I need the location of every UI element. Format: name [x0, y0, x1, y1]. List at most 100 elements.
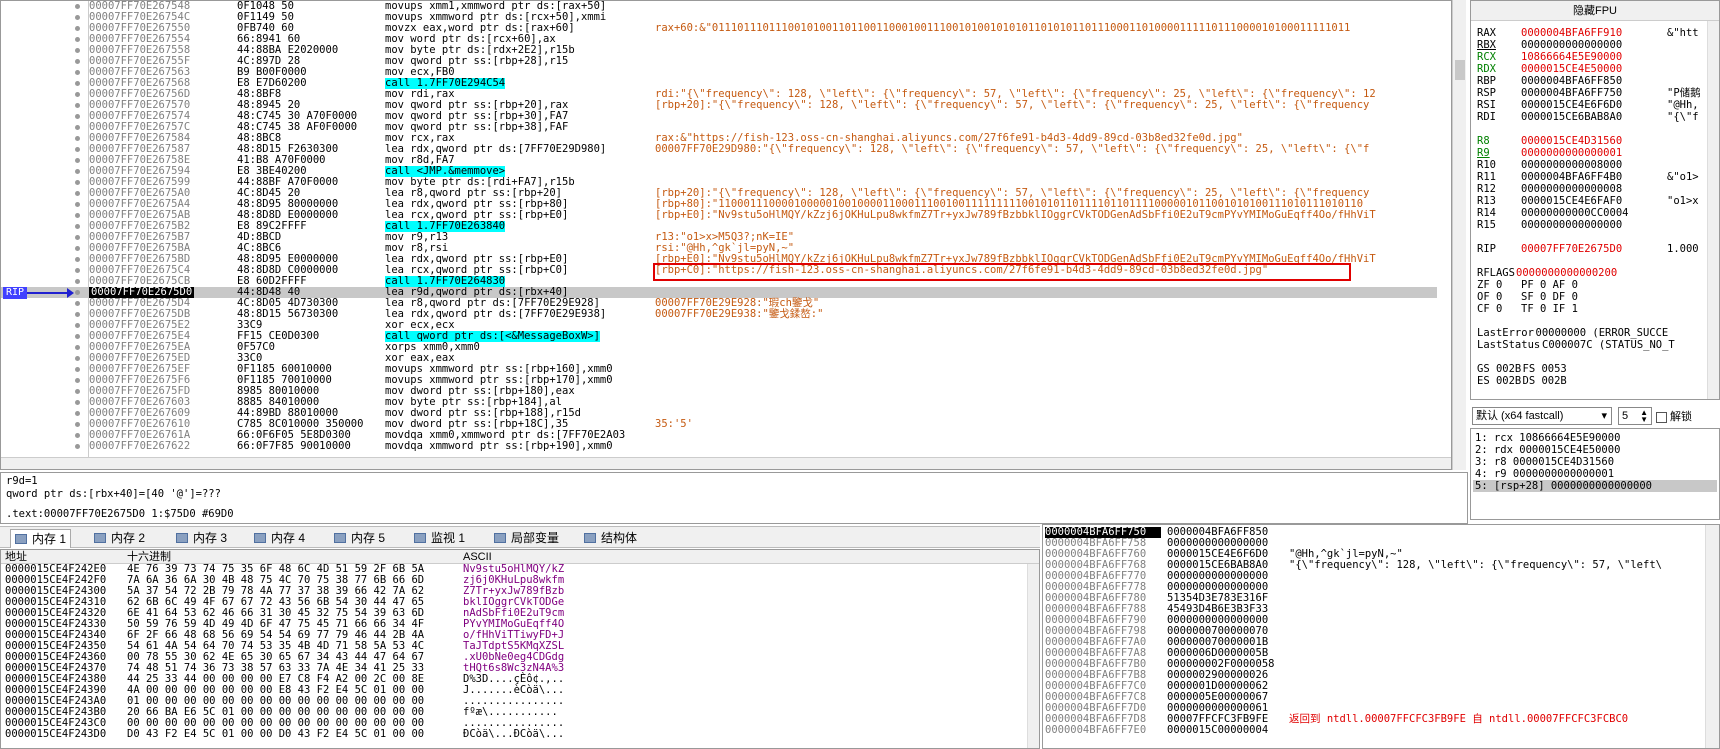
breakpoint-dot[interactable]	[75, 367, 80, 372]
argument-row[interactable]: 1: rcx 10866664E5E90000	[1473, 432, 1717, 444]
register-row[interactable]: RIP 00007FF70E2675D0 1.000	[1471, 243, 1719, 255]
breakpoint-dot[interactable]	[75, 191, 80, 196]
breakpoint-dot[interactable]	[75, 4, 80, 9]
disasm-row[interactable]: 00007FF70E267554 66:8941 60 mov word ptr d…	[1, 34, 1437, 45]
register-row[interactable]: RSP 0000004BFA6FF750 "P储鹅	[1471, 87, 1719, 99]
breakpoint-dot[interactable]	[75, 334, 80, 339]
register-row[interactable]: RSI 0000015CE4E6F6D0 "@Hh,	[1471, 99, 1719, 111]
disasm-row[interactable]: 00007FF70E267603 8885 84010000 mov byte pt…	[1, 397, 1437, 408]
disassembly-hscrollbar[interactable]	[1, 457, 1451, 469]
register-row[interactable]: R13 0000015CE4E6FAF0 "o1>x	[1471, 195, 1719, 207]
register-row[interactable]: R9 0000000000000001	[1471, 147, 1719, 159]
tab-6[interactable]: 监视 1	[410, 529, 469, 548]
scroll-thumb[interactable]	[1455, 60, 1465, 80]
arg-count-spinner[interactable]: 5 ▲ ▼	[1618, 407, 1652, 425]
register-row[interactable]: ZF 0 PF 0 AF 0	[1471, 279, 1719, 291]
breakpoint-dot[interactable]	[75, 389, 80, 394]
dump-col-ascii[interactable]: ASCII	[463, 550, 492, 564]
breakpoint-dot[interactable]	[75, 356, 80, 361]
breakpoint-dot[interactable]	[75, 147, 80, 152]
disasm-row[interactable]: 00007FF70E267622 66:0F7F85 90010000 movdqa…	[1, 441, 1437, 452]
breakpoint-dot[interactable]	[75, 169, 80, 174]
breakpoint-dot[interactable]	[75, 290, 80, 295]
disasm-row[interactable]: 00007FF70E2675EF 0F1185 60010000 movups xm…	[1, 364, 1437, 375]
breakpoint-dot[interactable]	[75, 202, 80, 207]
memory-dump-view[interactable]: 地址 十六进制 ASCII 0000015CE4F242E0 4E 76 39 7…	[0, 549, 1040, 749]
breakpoint-dot[interactable]	[75, 400, 80, 405]
argument-row[interactable]: 4: r9 0000000000000001	[1473, 468, 1717, 480]
disassembly-view[interactable]: 00007FF70E267548 0F1048 50 movups xmm1,xmm…	[0, 0, 1452, 470]
dump-scrollbar[interactable]	[1027, 564, 1039, 748]
breakpoint-dot[interactable]	[75, 26, 80, 31]
registers-panel[interactable]: 隐藏FPU RAX 0000004BFA6FF910 &"htt RBX 0000000…	[1470, 0, 1720, 400]
breakpoint-dot[interactable]	[75, 422, 80, 427]
disassembly-vscrollbar[interactable]	[1452, 0, 1466, 470]
breakpoint-dot[interactable]	[75, 81, 80, 86]
hide-fpu-button[interactable]: 隐藏FPU	[1471, 1, 1719, 21]
register-row[interactable]: R10 0000000000008000	[1471, 159, 1719, 171]
register-row[interactable]: RFLAGS 0000000000000200	[1471, 267, 1719, 279]
breakpoint-dot[interactable]	[75, 37, 80, 42]
tab-8[interactable]: 结构体	[580, 529, 641, 548]
unlock-checkbox[interactable]: 解锁	[1656, 408, 1692, 424]
disasm-row[interactable]: 00007FF70E267610 C785 8C010000 350000 mov …	[1, 419, 1437, 430]
breakpoint-dot[interactable]	[75, 444, 80, 449]
disasm-row[interactable]: 00007FF70E267574 48:C745 30 A70F0000 mov q…	[1, 111, 1437, 122]
register-row[interactable]: RBP 0000004BFA6FF850	[1471, 75, 1719, 87]
breakpoint-dot[interactable]	[75, 92, 80, 97]
disasm-row[interactable]: 00007FF70E267558 44:88BA E2020000 mov byte…	[1, 45, 1437, 56]
register-row[interactable]	[1471, 123, 1719, 135]
tab-3[interactable]: 内存 3	[172, 529, 231, 548]
register-row[interactable]: RAX 0000004BFA6FF910 &"htt	[1471, 27, 1719, 39]
breakpoint-dot[interactable]	[75, 125, 80, 130]
breakpoint-dot[interactable]	[75, 433, 80, 438]
register-row[interactable]: RCX 10866664E5E90000	[1471, 51, 1719, 63]
register-row[interactable]: R15 0000000000000000	[1471, 219, 1719, 231]
registers-scrollbar[interactable]	[1707, 21, 1719, 399]
register-row[interactable]: RDI 0000015CE6BAB8A0 "{\"f	[1471, 111, 1719, 123]
disasm-row[interactable]: 00007FF70E2675ED 33C0 xor eax,eax	[1, 353, 1437, 364]
register-row[interactable]	[1471, 315, 1719, 327]
dump-row[interactable]: 0000015CE4F243D0 D0 43 F2 E4 5C 01 00 00 …	[1, 729, 1039, 740]
argument-row[interactable]: 2: rdx 0000015CE4E50000	[1473, 444, 1717, 456]
stack-scrollbar[interactable]	[1705, 525, 1719, 748]
tab-2[interactable]: 内存 2	[90, 529, 149, 548]
breakpoint-dot[interactable]	[75, 70, 80, 75]
register-row[interactable]: LastStatus C000007C (STATUS_NO_T	[1471, 339, 1719, 351]
disasm-row[interactable]: 00007FF70E267609 44:89BD 88010000 mov dwor…	[1, 408, 1437, 419]
disasm-row[interactable]: 00007FF70E267548 0F1048 50 movups xmm1,xmm…	[1, 1, 1437, 12]
register-row[interactable]: RDX 0000015CE4E50000	[1471, 63, 1719, 75]
stack-view[interactable]: 0000004BFA6FF750 0000004BFA6FF850 0000004B…	[1042, 524, 1720, 749]
disasm-row[interactable]: 00007FF70E267563 B9 B00F0000 mov ecx,FB0	[1, 67, 1437, 78]
disasm-row[interactable]: 00007FF70E2675AB 48:8D8D E0000000 lea rcx,…	[1, 210, 1437, 221]
breakpoint-dot[interactable]	[75, 59, 80, 64]
register-row[interactable]: R11 0000004BFA6FF4B0 &"o1>	[1471, 171, 1719, 183]
breakpoint-dot[interactable]	[75, 323, 80, 328]
argument-row[interactable]: 5: [rsp+28] 0000000000000000	[1473, 480, 1717, 492]
breakpoint-dot[interactable]	[75, 224, 80, 229]
disasm-row[interactable]: 00007FF70E26761A 66:0F6F05 5E8D0300 movdqa…	[1, 430, 1437, 441]
tab-1[interactable]: 内存 1	[10, 529, 72, 548]
disasm-row[interactable]: 00007FF70E2675DB 48:8D15 56730300 lea rdx,…	[1, 309, 1437, 320]
breakpoint-dot[interactable]	[75, 312, 80, 317]
argument-row[interactable]: 3: r8 0000015CE4D31560	[1473, 456, 1717, 468]
breakpoint-dot[interactable]	[75, 103, 80, 108]
disasm-row[interactable]: 00007FF70E2675E2 33C9 xor ecx,ecx	[1, 320, 1437, 331]
disasm-row[interactable]: 00007FF70E26755F 4C:897D 28 mov qword ptr …	[1, 56, 1437, 67]
disasm-row[interactable]: 00007FF70E2675EA 0F57C0 xorps xmm0,xmm0	[1, 342, 1437, 353]
register-row[interactable]: LastError 00000000 (ERROR_SUCCE	[1471, 327, 1719, 339]
breakpoint-dot[interactable]	[75, 268, 80, 273]
disasm-row[interactable]: 00007FF70E267550 0FB740 60 movzx eax,word …	[1, 23, 1437, 34]
tab-4[interactable]: 内存 4	[250, 529, 309, 548]
stack-row[interactable]: 0000004BFA6FF7E0 0000015C00000004	[1043, 725, 1719, 736]
register-row[interactable]: OF 0 SF 0 DF 0	[1471, 291, 1719, 303]
breakpoint-dot[interactable]	[75, 411, 80, 416]
register-row[interactable]: R14 00000000000CC0004	[1471, 207, 1719, 219]
register-row[interactable]	[1471, 255, 1719, 267]
register-row[interactable]: GS 002B FS 0053	[1471, 363, 1719, 375]
breakpoint-dot[interactable]	[75, 114, 80, 119]
dump-col-address[interactable]: 地址	[5, 550, 27, 564]
tab-5[interactable]: 内存 5	[330, 529, 389, 548]
register-row[interactable]: R12 0000000000000008	[1471, 183, 1719, 195]
arguments-list[interactable]: 1: rcx 10866664E5E90000 2: rdx 0000015CE4…	[1470, 428, 1720, 520]
